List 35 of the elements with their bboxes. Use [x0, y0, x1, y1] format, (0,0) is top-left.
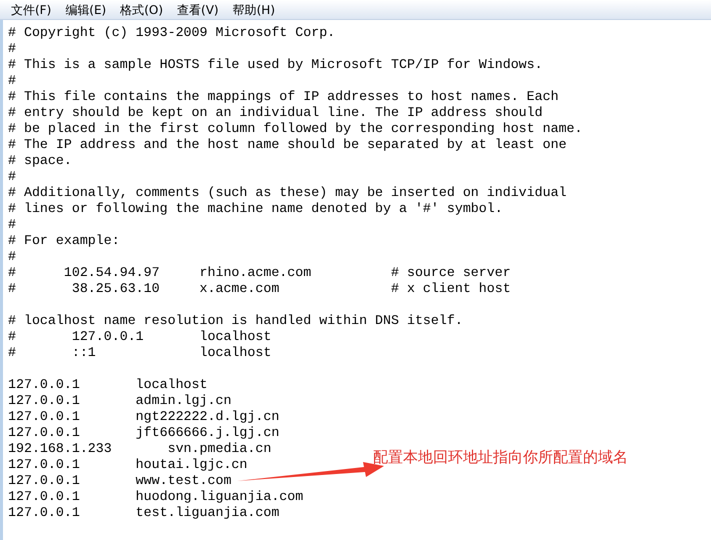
- text-line: # 102.54.94.97 rhino.acme.com # source server: [8, 265, 511, 281]
- text-line: # The IP address and the host name should be separated by at least one: [8, 137, 567, 153]
- menu-item[interactable]: 文件(F): [6, 0, 56, 18]
- text-line: #: [8, 169, 16, 185]
- text-line: # This is a sample HOSTS file used by Microsoft TCP/IP for Windows.: [8, 57, 543, 73]
- text-line: # be placed in the first column followed by the corresponding host name.: [8, 121, 583, 137]
- text-line: # lines or following the machine name denoted by a '#' symbol.: [8, 201, 503, 217]
- text-line: 127.0.0.1 localhost: [8, 377, 208, 393]
- menu-item[interactable]: 编辑(E): [60, 0, 112, 18]
- text-line: 127.0.0.1 admin.lgj.cn: [8, 393, 232, 409]
- text-line: # 38.25.63.10 x.acme.com # x client host: [8, 281, 511, 297]
- text-line: # Copyright (c) 1993-2009 Microsoft Corp.: [8, 25, 336, 41]
- text-line: # For example:: [8, 233, 120, 249]
- text-line: 127.0.0.1 jft666666.j.lgj.cn: [8, 425, 280, 441]
- text-line: 127.0.0.1 www.test.com: [8, 473, 232, 489]
- text-line: # entry should be kept on an individual line. The IP address should: [8, 105, 543, 121]
- text-line: # localhost name resolution is handled within DNS itself.: [8, 313, 463, 329]
- text-line: # space.: [8, 153, 72, 169]
- text-line: 127.0.0.1 huodong.liguanjia.com: [8, 489, 304, 505]
- text-line: #: [8, 217, 16, 233]
- text-line: # ::1 localhost: [8, 345, 272, 361]
- text-line: # 127.0.0.1 localhost: [8, 329, 272, 345]
- text-line: 127.0.0.1 test.liguanjia.com: [8, 505, 280, 521]
- text-line: 127.0.0.1 ngt222222.d.lgj.cn: [8, 409, 280, 425]
- menu-item[interactable]: 帮助(H): [228, 0, 280, 18]
- text-line: # This file contains the mappings of IP addresses to host names. Each: [8, 89, 559, 105]
- menu-item[interactable]: 查看(V): [172, 0, 224, 18]
- text-line: 127.0.0.1 houtai.lgjc.cn: [8, 457, 248, 473]
- text-line: 192.168.1.233 svn.pmedia.cn: [8, 441, 272, 457]
- text-line: #: [8, 73, 16, 89]
- text-line: # Additionally, comments (such as these) may be inserted on individual: [8, 185, 567, 201]
- annotation-text: 配置本地回环地址指向你所配置的域名: [373, 448, 628, 466]
- text-line: #: [8, 41, 16, 57]
- menu-item[interactable]: 格式(O): [115, 0, 168, 18]
- text-line: #: [8, 249, 16, 265]
